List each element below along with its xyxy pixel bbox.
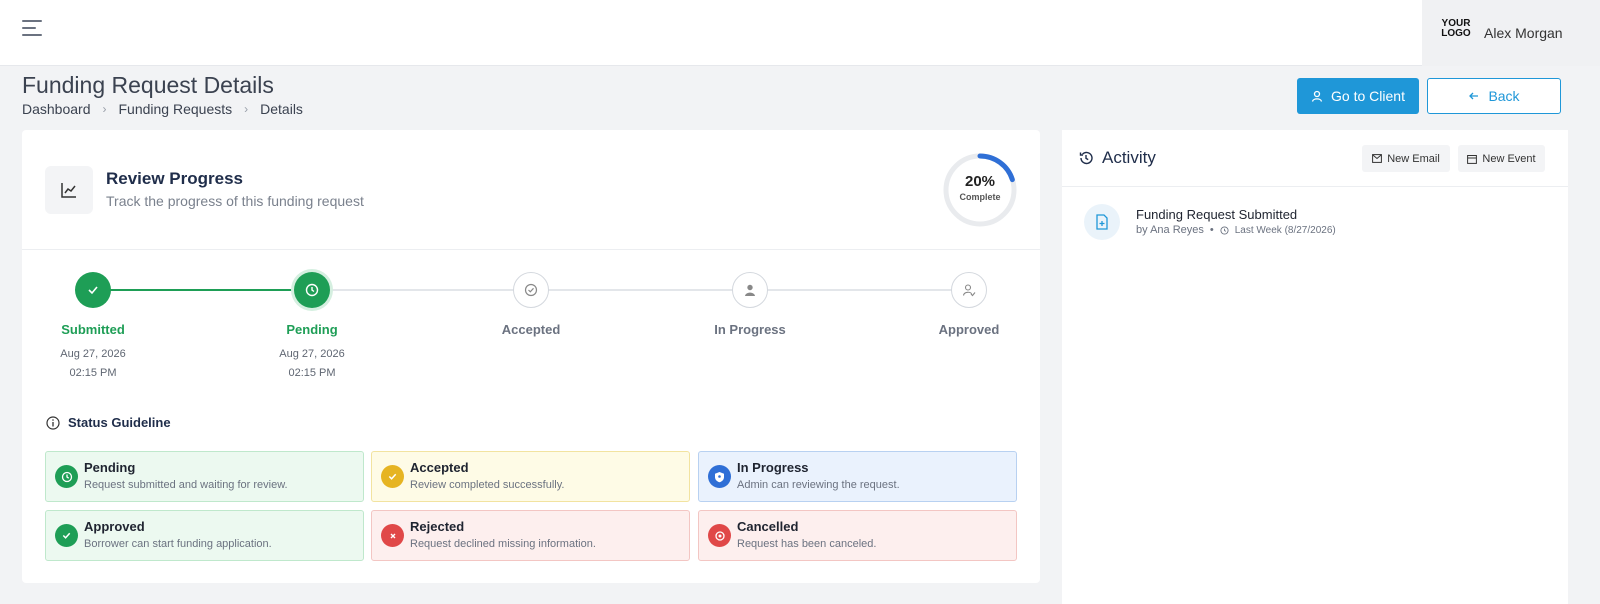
clock-icon [55, 465, 78, 488]
breadcrumb-dashboard[interactable]: Dashboard [22, 101, 91, 117]
activity-panel: Activity New Email New Event Funding Req… [1062, 130, 1568, 604]
chart-line-icon [45, 166, 93, 214]
mail-icon [1372, 154, 1383, 163]
guideline-rejected: Rejected Request declined missing inform… [371, 510, 690, 561]
status-guideline-title: Status Guideline [46, 415, 171, 430]
file-plus-icon [1084, 204, 1120, 240]
x-icon [381, 524, 404, 547]
activity-item-meta: by Ana Reyes • Last Week (8/27/2026) [1136, 224, 1336, 236]
breadcrumb-details: Details [260, 101, 303, 117]
chevron-right-icon: › [102, 102, 107, 116]
history-icon [1079, 151, 1093, 165]
step-track-pending [312, 289, 969, 291]
user-icon [1311, 90, 1323, 102]
check-icon [381, 465, 404, 488]
activity-header: Activity New Email New Event [1062, 130, 1568, 187]
hamburger-menu-icon[interactable] [22, 20, 50, 44]
step-submitted: Submitted Aug 27, 2026 02:15 PM [18, 272, 168, 383]
top-bar: YOUR LOGO Alex Morgan [0, 0, 1600, 66]
user-icon [732, 272, 768, 308]
check-icon [75, 272, 111, 308]
new-event-button[interactable]: New Event [1458, 145, 1545, 172]
clock-icon [1220, 225, 1229, 235]
guideline-cancelled: Cancelled Request has been canceled. [698, 510, 1017, 561]
guideline-pending: Pending Request submitted and waiting fo… [45, 451, 364, 502]
activity-title: Activity [1078, 148, 1156, 168]
stop-icon [708, 524, 731, 547]
review-progress-card: Review Progress Track the progress of th… [22, 130, 1040, 583]
progress-percent: 20% [964, 173, 996, 190]
chevron-right-icon: › [244, 102, 249, 116]
user-check-icon [951, 272, 987, 308]
progress-ring [943, 153, 1017, 227]
activity-item-author: by Ana Reyes [1136, 224, 1204, 236]
check-icon [55, 524, 78, 547]
page-title: Funding Request Details [22, 72, 274, 98]
step-pending: Pending Aug 27, 2026 02:15 PM [237, 272, 387, 383]
arrow-left-icon [1469, 92, 1479, 100]
review-progress-header: Review Progress Track the progress of th… [22, 130, 1040, 250]
user-name: Alex Morgan [1484, 25, 1563, 41]
activity-item-title: Funding Request Submitted [1136, 207, 1298, 222]
go-to-client-button[interactable]: Go to Client [1297, 78, 1419, 114]
new-email-button[interactable]: New Email [1362, 145, 1450, 172]
user-menu[interactable]: YOUR LOGO Alex Morgan [1422, 0, 1600, 66]
step-in-progress: In Progress [675, 272, 825, 337]
breadcrumb: Dashboard › Funding Requests › Details [22, 101, 303, 117]
calendar-icon [1467, 154, 1478, 164]
breadcrumb-funding-requests[interactable]: Funding Requests [119, 101, 233, 117]
company-logo: YOUR LOGO [1441, 18, 1471, 39]
back-button[interactable]: Back [1427, 78, 1561, 114]
guideline-accepted: Accepted Review completed successfully. [371, 451, 690, 502]
step-accepted: Accepted [456, 272, 606, 337]
clock-icon [294, 272, 330, 308]
step-approved: Approved [894, 272, 1044, 337]
guideline-approved: Approved Borrower can start funding appl… [45, 510, 364, 561]
check-circle-icon [513, 272, 549, 308]
info-icon [46, 415, 60, 430]
shield-icon [708, 465, 731, 488]
progress-label: Complete [959, 192, 1001, 202]
review-progress-subtitle: Track the progress of this funding reque… [106, 193, 364, 209]
guideline-in-progress: In Progress Admin can reviewing the requ… [698, 451, 1017, 502]
review-progress-title: Review Progress [106, 169, 244, 188]
activity-item-time: Last Week (8/27/2026) [1234, 224, 1336, 236]
